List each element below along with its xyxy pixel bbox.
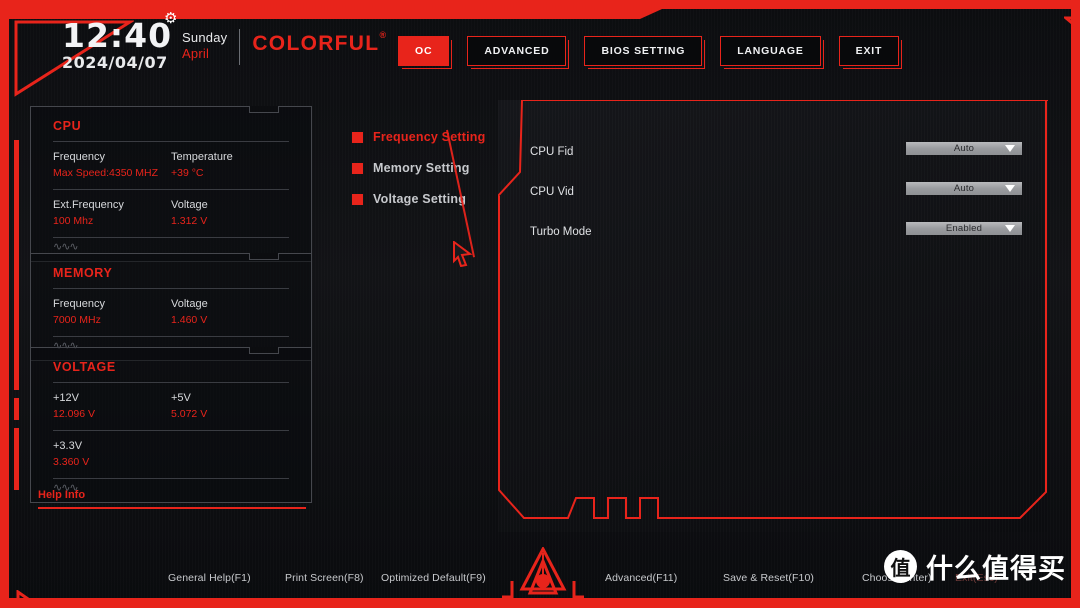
field-label: +5V [171, 392, 191, 404]
hotkey-advanced[interactable]: Advanced(F11) [605, 572, 677, 584]
hotkey-print-screen[interactable]: Print Screen(F8) [285, 572, 364, 584]
gear-icon: ⚙ [164, 10, 178, 27]
help-info-rule [38, 507, 306, 509]
watermark-text: 什么值得买 [926, 554, 1066, 585]
menu-item-frequency-setting[interactable]: Frequency Setting [352, 130, 492, 144]
card-notch [249, 347, 279, 354]
dropdown-cpu-fid[interactable]: Auto [906, 142, 1022, 155]
card-row: +12V +5V 12.096 V 5.072 V [31, 383, 311, 430]
menu-item-label: Voltage Setting [373, 192, 467, 206]
clock-area: 12:40 2024/04/07 ⚙ Sunday April COLORFUL… [62, 11, 386, 73]
setting-row-cpu-vid: CPU Vid Auto [530, 182, 1022, 202]
watermark-logo-icon: 值 [884, 550, 917, 583]
watermark: 值 什么值得买 [884, 547, 1066, 586]
info-card-cpu: CPU Frequency Temperature Max Speed:4350… [30, 106, 312, 262]
left-accent-bar-2 [14, 398, 19, 420]
tab-exit[interactable]: EXIT [838, 36, 902, 69]
tab-advanced[interactable]: ADVANCED [467, 36, 570, 69]
field-value: +39 °C [171, 167, 204, 179]
field-label: Ext.Frequency [53, 199, 124, 211]
field-value: 1.312 V [171, 215, 208, 227]
chevron-down-icon [1005, 225, 1015, 232]
card-row: Ext.Frequency Voltage 100 Mhz 1.312 V [31, 190, 311, 237]
frame-border-left [0, 0, 9, 608]
menu-item-voltage-setting[interactable]: Voltage Setting [352, 192, 492, 206]
field-value: 12.096 V [53, 408, 96, 420]
field-value: 3.360 V [53, 456, 90, 468]
setting-row-cpu-fid: CPU Fid Auto [530, 142, 1022, 162]
brand-emblem-icon [500, 545, 586, 604]
top-navigation: OC ADVANCED BIOS SETTING LANGUAGE EXIT [398, 36, 902, 69]
setting-row-turbo-mode: Turbo Mode Enabled [530, 222, 1022, 242]
info-card-memory: MEMORY Frequency Voltage 7000 MHz 1.460 … [30, 253, 312, 361]
bullet-square-icon [352, 162, 363, 174]
mouse-cursor-icon [452, 240, 474, 272]
field-label: +12V [53, 392, 79, 404]
dropdown-value: Auto [953, 143, 975, 154]
brand-text: COLORFUL [252, 32, 380, 55]
help-info-label: Help Info [38, 489, 86, 501]
field-label: Voltage [171, 199, 208, 211]
hotkey-save-and-reset[interactable]: Save & Reset(F10) [723, 572, 814, 584]
hotkey-general-help[interactable]: General Help(F1) [168, 572, 251, 584]
field-label: Voltage [171, 298, 208, 310]
dropdown-turbo-mode[interactable]: Enabled [906, 222, 1022, 235]
dropdown-cpu-vid[interactable]: Auto [906, 182, 1022, 195]
current-time: 12:40 [62, 16, 173, 55]
month-label: April [182, 46, 210, 61]
main-settings-panel: CPU Fid Auto CPU Vid Auto Turbo Mode Ena… [498, 100, 1048, 532]
frame-border-right [1071, 0, 1080, 608]
settings-list: CPU Fid Auto CPU Vid Auto Turbo Mode Ena… [530, 142, 1022, 262]
card-row: Frequency Voltage 7000 MHz 1.460 V [31, 289, 311, 336]
field-value: 7000 MHz [53, 314, 101, 326]
header-divider [239, 29, 241, 65]
tab-language[interactable]: LANGUAGE [720, 36, 825, 69]
card-notch [249, 253, 279, 260]
weekday-label: Sunday [182, 30, 228, 45]
field-label: +3.3V [53, 440, 83, 452]
tab-oc[interactable]: OC [398, 36, 453, 69]
dropdown-value: Enabled [945, 223, 983, 234]
info-card-voltage: VOLTAGE +12V +5V 12.096 V 5.072 V +3.3V … [30, 347, 312, 503]
left-accent-bar-3 [14, 428, 19, 490]
field-value: 5.072 V [171, 408, 208, 420]
hotkey-optimized-default[interactable]: Optimized Default(F9) [381, 572, 486, 584]
current-date: 2024/04/07 [62, 53, 168, 72]
card-row: Frequency Temperature Max Speed:4350 MHZ… [31, 142, 311, 189]
field-label: Frequency [53, 151, 105, 163]
field-value: 100 Mhz [53, 215, 94, 227]
settings-category-menu: Frequency Setting Memory Setting Voltage… [352, 130, 492, 223]
chevron-down-icon [1005, 145, 1015, 152]
header-bar: 12:40 2024/04/07 ⚙ Sunday April COLORFUL… [0, 9, 1080, 81]
field-value [171, 452, 289, 478]
menu-item-memory-setting[interactable]: Memory Setting [352, 161, 492, 175]
weekday-month-block: Sunday April [182, 31, 227, 61]
field-value: Max Speed:4350 MHZ [53, 167, 159, 179]
field-label: Frequency [53, 298, 105, 310]
left-accent-bar-1 [14, 140, 19, 390]
field-label [171, 431, 289, 452]
bullet-square-icon [352, 131, 363, 143]
brand-logo: COLORFUL ® [252, 30, 386, 56]
menu-item-label: Frequency Setting [373, 130, 486, 144]
card-row: +3.3V 3.360 V [31, 431, 311, 478]
time-block: 12:40 2024/04/07 ⚙ [62, 11, 177, 73]
field-label: Temperature [171, 151, 233, 163]
frame-border-top [0, 0, 1080, 19]
bullet-square-icon [352, 193, 363, 205]
card-notch [249, 106, 279, 113]
brand-trademark: ® [379, 30, 388, 40]
chevron-down-icon [1005, 185, 1015, 192]
help-info-section: Help Info [38, 489, 306, 509]
dropdown-value: Auto [953, 183, 975, 194]
tab-bios-setting[interactable]: BIOS SETTING [584, 36, 705, 69]
field-value: 1.460 V [171, 314, 208, 326]
